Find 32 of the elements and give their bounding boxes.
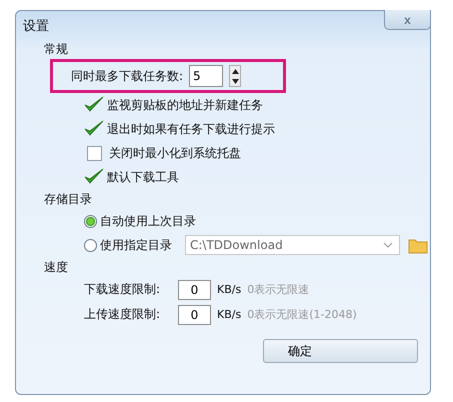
hint-text: 0表示无限速 — [247, 282, 310, 297]
down-arrow-icon — [232, 78, 239, 84]
field-label: 上传速度限制: — [84, 306, 162, 323]
section-heading: 存储目录 — [44, 191, 93, 208]
section-heading: 常规 — [44, 41, 69, 58]
field-label: 下载速度限制: — [84, 281, 162, 298]
speed-field[interactable]: 0 — [178, 304, 211, 324]
radio-button[interactable] — [84, 238, 97, 252]
window-title: 设置 — [23, 18, 49, 35]
option-label: 默认下载工具 — [107, 168, 179, 186]
unit-label: KB/s — [217, 283, 242, 296]
radio-label: 自动使用上次目录 — [100, 212, 196, 230]
section-heading: 速度 — [44, 259, 69, 276]
radio-button[interactable] — [84, 214, 97, 228]
option-label: 关闭时最小化到系统托盘 — [109, 144, 241, 162]
unit-label: KB/s — [217, 308, 242, 321]
checkmark-icon[interactable] — [84, 120, 104, 138]
option-label: 退出时如果有任务下载进行提示 — [107, 120, 275, 138]
up-arrow-icon — [232, 68, 239, 74]
field-label: 同时最多下载任务数: — [71, 68, 184, 84]
hint-text: 0表示无限速(1-2048) — [247, 307, 357, 322]
radio-label: 使用指定目录 — [100, 236, 172, 254]
ok-button[interactable]: 确定 — [263, 339, 418, 363]
checkmark-icon[interactable] — [84, 168, 104, 186]
path-dropdown[interactable]: C:\TDDownload — [185, 235, 400, 255]
chevron-down-icon — [383, 242, 393, 248]
checkmark-icon[interactable] — [84, 96, 104, 114]
speed-field[interactable]: 0 — [178, 280, 211, 300]
checkbox[interactable] — [87, 146, 102, 160]
option-label: 监视剪贴板的地址并新建任务 — [107, 96, 263, 114]
number-field[interactable]: 5 — [189, 65, 224, 87]
spin-buttons[interactable] — [229, 65, 242, 87]
